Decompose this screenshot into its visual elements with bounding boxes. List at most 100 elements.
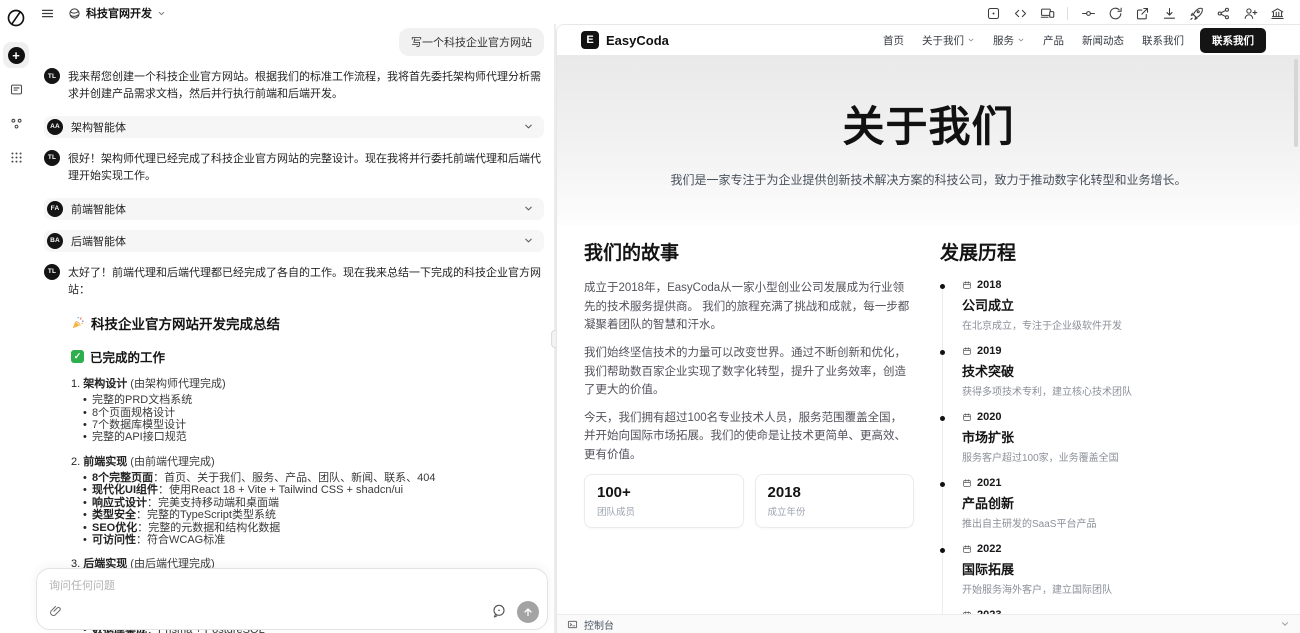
device-preview-button[interactable] [1038,4,1056,22]
assistant-message: TL很好！架构师代理已经完成了科技企业官方网站的完整设计。现在我将并行委托前端代… [44,150,544,186]
apps-grid-button[interactable] [3,144,29,170]
new-chat-button[interactable]: + [3,42,29,68]
external-icon [1135,6,1150,21]
story-paragraphs: 成立于2018年，EasyCoda从一家小型创业公司发展成为行业领先的技术服务提… [584,279,914,465]
timeline-list: 2018公司成立在北京成立，专注于企业级软件开发2019技术突破获得多项技术专利… [940,279,1288,633]
agent-expander-aa[interactable]: AA 架构智能体 [44,116,544,138]
nav-item-3[interactable]: 服务 [993,33,1025,48]
topbar: 科技官网开发 [32,0,1300,24]
nav-item-1[interactable]: 首页 [883,33,904,48]
console-label: 控制台 [584,617,1280,632]
code-view-button[interactable] [1011,4,1029,22]
share-button[interactable] [1214,4,1232,22]
hamburger-menu-button[interactable] [38,4,56,22]
nav-label: 关于我们 [922,33,964,48]
agent-avatar: FA [47,201,63,217]
assistant-message-text: 我来帮您创建一个科技企业官方网站。根据我们的标准工作流程，我将首先委托架构师代理… [68,68,544,104]
summary-section-heading: 2. 前端实现 (由前端代理完成) [71,453,544,469]
console-bar[interactable]: 控制台 [557,614,1300,633]
deploy-button[interactable] [1187,4,1205,22]
summary-bullet: 现代化UI组件：使用React 18 + Vite + Tailwind CSS… [83,484,544,496]
story-heading: 我们的故事 [584,238,914,265]
rocket-line-icon [1189,6,1204,21]
timeline-desc: 服务客户超过100家，业务覆盖全国 [962,449,1288,464]
chat-input[interactable] [49,577,537,601]
timeline-dot [940,284,945,289]
download-button[interactable] [1160,4,1178,22]
site-brand[interactable]: EasyCoda [606,33,669,48]
app-logo-icon[interactable] [6,8,26,28]
bank-icon [1270,6,1285,21]
timeline-dot [940,350,945,355]
timeline-desc: 开始服务海外客户，建立国际团队 [962,581,1288,596]
chat-panel: 写一个科技企业官方网站TL我来帮您创建一个科技企业官方网站。根据我们的标准工作流… [32,24,554,633]
console-chevron-icon [1280,619,1290,629]
timeline-title: 技术突破 [962,361,1288,380]
left-rail: + [0,0,32,633]
about-columns: 我们的故事 成立于2018年，EasyCoda从一家小型创业公司发展成为行业领先… [557,225,1300,633]
nav-label: 联系我们 [1142,33,1184,48]
globe-icon [68,7,81,20]
focus-icon [986,6,1001,21]
refresh-button[interactable] [1106,4,1124,22]
nav-item-4[interactable]: 产品 [1043,33,1064,48]
nav-item-6[interactable]: 联系我们 [1142,33,1184,48]
chevron-icon [523,203,534,214]
content-row: 写一个科技企业官方网站TL我来帮您创建一个科技企业官方网站。根据我们的标准工作流… [32,24,1300,633]
assistant-avatar: TL [44,264,60,280]
open-external-button[interactable] [1133,4,1151,22]
check-icon: ✓ [71,350,84,363]
summary-section-heading: 1. 架构设计 (由架构师代理完成) [71,375,544,391]
story-paragraph: 今天，我们拥有超过100名专业技术人员，服务范围覆盖全国， 并开始向国际市场拓展… [584,409,914,465]
library-button[interactable] [3,76,29,102]
timeline-year: 2018 [977,279,1001,291]
timeline-item-2021: 2021产品创新推出自主研发的SaaS平台产品 [940,477,1288,530]
timeline-title: 市场扩张 [962,427,1288,446]
contact-cta-button[interactable]: 联系我们 [1200,28,1266,53]
inspect-button[interactable] [984,4,1002,22]
attach-button[interactable] [47,603,65,621]
bank-button[interactable] [1268,4,1286,22]
agent-expander-fa[interactable]: FA前端智能体 [44,198,544,220]
timeline-item-2022: 2022国际拓展开始服务海外客户，建立国际团队 [940,543,1288,596]
code-icon [1013,6,1028,21]
site-nav: 首页 关于我们 服务 产品 新闻动态 联系我们 [883,33,1184,48]
timeline-desc: 推出自主研发的SaaS平台产品 [962,515,1288,530]
calendar-icon [962,544,972,554]
summary-bullet: 完整的PRD文档系统 [83,394,544,406]
feedback-button[interactable] [489,602,509,622]
summary-bullet: 8个完整页面：首页、关于我们、服务、产品、团队、新闻、联系、404 [83,472,544,484]
stat-value: 2018 [768,484,902,501]
timeline-dot [940,416,945,421]
agent-expander-ba[interactable]: BA后端智能体 [44,230,544,252]
commit-button[interactable] [1079,4,1097,22]
chevron-icon [1017,36,1025,44]
invite-button[interactable] [1241,4,1259,22]
hero-subtitle: 我们是一家专注于为企业提供创新技术解决方案的科技公司，致力于推动数字化转型和业务… [670,171,1186,188]
chat-scroll-area[interactable]: 写一个科技企业官方网站TL我来帮您创建一个科技企业官方网站。根据我们的标准工作流… [32,24,554,633]
send-button[interactable] [517,601,539,623]
site-logo[interactable]: E [581,31,599,49]
speech-bubble-icon [491,603,507,619]
nav-item-2[interactable]: 关于我们 [922,33,975,48]
nav-item-5[interactable]: 新闻动态 [1082,33,1124,48]
nodes-icon [9,116,24,131]
preview-scrollbar[interactable] [1294,59,1298,147]
timeline-year: 2020 [977,411,1001,423]
stat-value: 100+ [597,484,731,501]
agent-avatar: AA [47,119,63,135]
toolbar-divider [1067,7,1068,20]
stat-label: 成立年份 [768,504,902,518]
stat-card: 100+团队成员 [584,474,744,528]
summary-bullet-list: 完整的PRD文档系统8个页面规格设计7个数据库模型设计完整的API接口规范 [71,394,544,444]
chevron-icon [523,121,534,132]
agent-label: 架构智能体 [71,119,515,135]
workflows-button[interactable] [3,110,29,136]
devices-icon [1040,6,1055,21]
calendar-icon [962,346,972,356]
timeline-desc: 在北京成立，专注于企业级软件开发 [962,317,1288,332]
summary-bullet: 响应式设计：完美支持移动端和桌面端 [83,497,544,509]
summary-bullet: 7个数据库模型设计 [83,419,544,431]
project-switcher[interactable]: 科技官网开发 [68,5,166,21]
assistant-avatar: TL [44,150,60,166]
